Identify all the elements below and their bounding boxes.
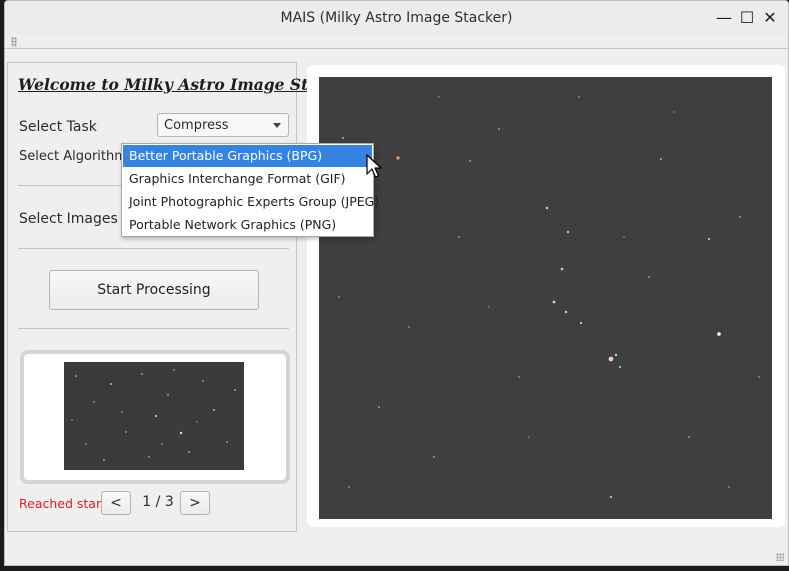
preview-image[interactable] (319, 77, 772, 519)
welcome-heading: Welcome to Milky Astro Image Stacker (18, 75, 357, 94)
maximize-button[interactable]: ☐ (738, 9, 756, 27)
thumbnail-image[interactable] (64, 362, 244, 470)
minimize-button[interactable]: — (715, 9, 733, 27)
window-title: MAIS (Milky Astro Image Stacker) (280, 10, 513, 26)
preview-frame (307, 65, 785, 527)
page-separator: / (155, 494, 165, 510)
control-panel: Welcome to Milky Astro Image Stacker Sel… (7, 62, 357, 532)
algorithm-option-bpg[interactable]: Better Portable Graphics (BPG) (123, 145, 372, 167)
status-text: Reached start (19, 496, 106, 511)
next-image-button[interactable]: > (180, 491, 210, 515)
task-label: Select Task (19, 119, 97, 135)
images-label: Select Images (19, 211, 118, 227)
toolbar (5, 35, 788, 49)
title-bar: MAIS (Milky Astro Image Stacker) — ☐ ✕ (5, 1, 788, 35)
page-total: 3 (164, 494, 174, 510)
task-select-value: Compress (164, 118, 229, 133)
algorithm-label: Select Algorithm (19, 149, 127, 164)
previous-image-button[interactable]: < (101, 491, 131, 515)
start-processing-button[interactable]: Start Processing (49, 270, 259, 310)
divider (18, 248, 289, 249)
algorithm-option-jpeg[interactable]: Joint Photographic Experts Group (JPEG) (123, 191, 379, 213)
task-select[interactable]: Compress (157, 113, 289, 137)
algorithm-dropdown-list[interactable]: Better Portable Graphics (BPG) Graphics … (121, 143, 379, 237)
mouse-pointer-icon (366, 154, 382, 178)
thumbnail-frame (20, 350, 290, 484)
page-indicator: 1 / 3 (136, 494, 180, 510)
thumbnail-starfield (71, 369, 236, 461)
preview-starfield (338, 96, 760, 498)
toolbar-grip-icon[interactable] (11, 37, 17, 47)
app-window: MAIS (Milky Astro Image Stacker) — ☐ ✕ W… (4, 0, 789, 566)
close-button[interactable]: ✕ (761, 9, 779, 27)
page-current: 1 (142, 494, 152, 510)
chevron-down-icon (273, 123, 281, 128)
divider (18, 328, 289, 329)
resize-grip-icon[interactable] (776, 553, 784, 561)
algorithm-option-gif[interactable]: Graphics Interchange Format (GIF) (123, 168, 372, 190)
algorithm-option-png[interactable]: Portable Network Graphics (PNG) (123, 214, 372, 236)
